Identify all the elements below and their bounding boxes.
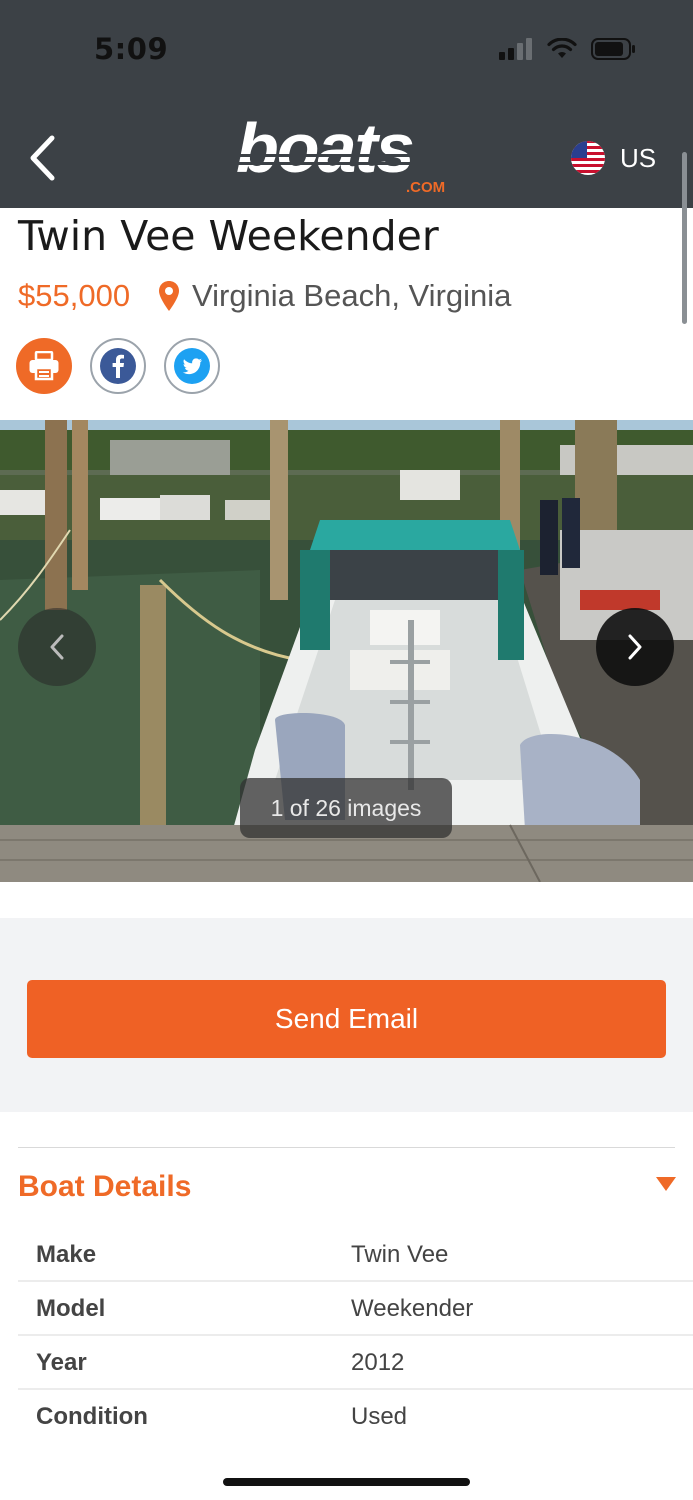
listing-title: Twin Vee Weekender — [18, 212, 439, 260]
battery-icon — [591, 38, 635, 60]
print-button[interactable] — [16, 338, 72, 394]
chevron-right-icon — [628, 634, 642, 660]
detail-value: Weekender — [351, 1295, 474, 1322]
send-email-button[interactable]: Send Email — [27, 980, 666, 1058]
twitter-share-button[interactable] — [164, 338, 220, 394]
details-collapse-toggle[interactable] — [655, 1176, 677, 1197]
next-image-button[interactable] — [596, 608, 674, 686]
status-icons — [499, 38, 637, 60]
detail-value: 2012 — [351, 1349, 405, 1376]
back-button[interactable] — [22, 132, 62, 184]
location-text: Virginia Beach, Virginia — [192, 278, 512, 313]
detail-label: Year — [36, 1349, 87, 1376]
app-header: 5:09 boats .COM US — [0, 0, 693, 208]
detail-label: Condition — [36, 1403, 148, 1430]
table-row: Year 2012 — [18, 1336, 693, 1390]
chevron-left-icon — [30, 135, 55, 181]
twitter-icon — [174, 348, 210, 384]
svg-text:boats: boats — [236, 110, 413, 187]
detail-label: Make — [36, 1241, 97, 1268]
listing-location: Virginia Beach, Virginia — [158, 278, 511, 314]
boat-photo-carousel[interactable]: 1 of 26 images — [0, 420, 693, 882]
wifi-icon — [547, 38, 577, 58]
detail-value: Used — [351, 1403, 408, 1430]
listing-price: $55,000 — [18, 278, 131, 313]
share-buttons — [16, 338, 220, 394]
caret-down-icon — [656, 1177, 676, 1191]
table-row: Make Twin Vee — [18, 1228, 693, 1282]
cellular-signal-icon — [499, 38, 532, 60]
scrollbar-thumb[interactable] — [682, 152, 687, 324]
boat-details-table: Make Twin Vee Model Weekender Year 2012 … — [18, 1228, 693, 1444]
us-flag-icon — [571, 141, 605, 175]
svg-text:.COM: .COM — [406, 179, 445, 196]
detail-label: Model — [36, 1295, 106, 1322]
printer-icon — [29, 351, 59, 381]
contact-section: Send Email — [0, 918, 693, 1112]
home-indicator[interactable] — [223, 1478, 470, 1486]
previous-image-button[interactable] — [18, 608, 96, 686]
map-pin-icon — [159, 281, 179, 311]
section-divider — [18, 1147, 675, 1148]
region-label: US — [620, 142, 657, 173]
facebook-icon — [100, 348, 136, 384]
table-row: Model Weekender — [18, 1282, 693, 1336]
boat-details-heading[interactable]: Boat Details — [18, 1170, 191, 1204]
facebook-share-button[interactable] — [90, 338, 146, 394]
chevron-left-icon — [50, 634, 64, 660]
image-counter: 1 of 26 images — [240, 778, 452, 838]
detail-value: Twin Vee — [351, 1241, 449, 1268]
boats-com-logo[interactable]: boats .COM — [232, 109, 464, 198]
status-time: 5:09 — [94, 32, 169, 66]
region-selector[interactable]: US — [570, 140, 656, 176]
table-row: Condition Used — [18, 1390, 693, 1444]
